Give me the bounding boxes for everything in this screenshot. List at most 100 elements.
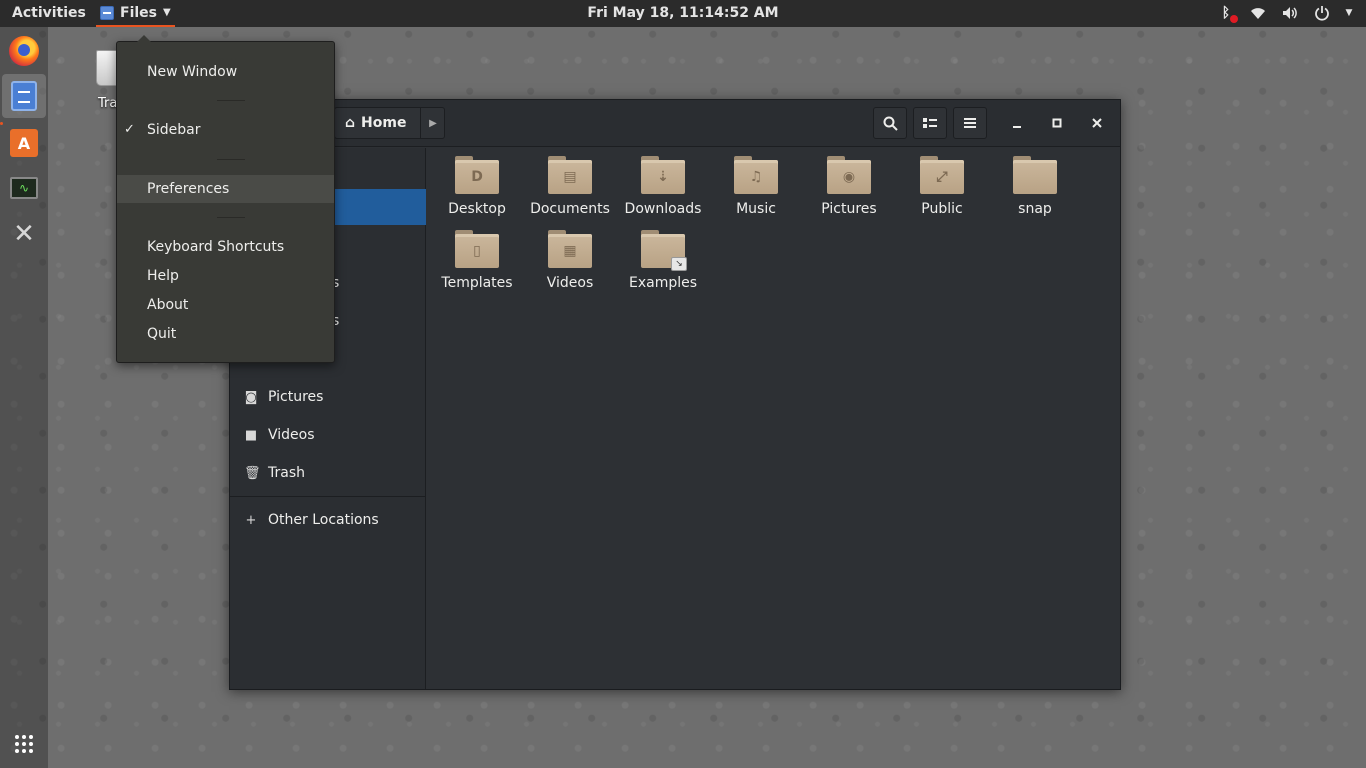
menu-separator	[217, 100, 245, 101]
system-tray[interactable]: ᛒ ▼	[1216, 3, 1354, 23]
menu-item-label: Preferences	[147, 181, 230, 197]
menu-item-new-window[interactable]: New Window	[117, 58, 334, 86]
volume-icon[interactable]	[1280, 3, 1300, 23]
file-name: Videos	[546, 275, 594, 291]
app-menu-button[interactable]: Files ▼	[96, 0, 175, 27]
caret-down-icon: ▼	[163, 7, 171, 18]
search-button[interactable]	[873, 107, 907, 139]
minimize-button[interactable]	[1005, 111, 1029, 135]
menu-item-label: New Window	[147, 64, 238, 80]
chevron-right-icon: ▶	[429, 117, 437, 129]
bluetooth-icon[interactable]: ᛒ	[1216, 3, 1238, 23]
show-apps-icon	[15, 735, 33, 753]
menu-item-label: Quit	[147, 326, 177, 342]
sidebar-separator	[230, 496, 426, 497]
folder-icon: ♫	[734, 156, 778, 194]
sidebar-item-label: Pictures	[268, 389, 324, 405]
folder-icon: ⤢	[920, 156, 964, 194]
video-icon: ■	[244, 427, 258, 443]
menu-item-keyboard-shortcuts[interactable]: Keyboard Shortcuts	[117, 233, 334, 261]
folder-downloads[interactable]: ⇣ Downloads	[617, 156, 709, 217]
trash-icon: 🗑	[244, 465, 261, 481]
maximize-button[interactable]	[1045, 111, 1069, 135]
view-toggle-button[interactable]	[913, 107, 947, 139]
top-bar: Activities Files ▼ Fri May 18, 11:14:52 …	[0, 0, 1366, 27]
menu-item-label: Keyboard Shortcuts	[147, 239, 285, 255]
file-name: Pictures	[821, 201, 877, 217]
path-bar: ⌂ Home ▶	[334, 107, 446, 139]
firefox-icon	[9, 36, 39, 66]
menu-button[interactable]	[953, 107, 987, 139]
dock-files[interactable]	[2, 74, 46, 118]
folder-music[interactable]: ♫ Music	[710, 156, 802, 217]
folder-examples[interactable]: ↘ Examples	[617, 230, 709, 291]
folder-snap[interactable]: snap	[989, 156, 1081, 217]
menu-separator	[217, 217, 245, 218]
chevron-down-icon[interactable]: ▼	[1344, 3, 1354, 23]
file-name: Templates	[441, 275, 513, 291]
files-icon	[11, 81, 37, 111]
system-monitor-icon: ∿	[10, 177, 38, 199]
power-icon[interactable]	[1312, 3, 1332, 23]
dock: A ∿ ✕	[0, 27, 48, 768]
sidebar-item-pictures[interactable]: ◙ Pictures	[230, 379, 426, 415]
maximize-icon	[1052, 118, 1062, 128]
sidebar-item-label: Videos	[268, 427, 315, 443]
folder-documents[interactable]: ▤ Documents	[524, 156, 616, 217]
header-bar: ⌂ Home ▶	[230, 100, 1120, 147]
sidebar-item-videos[interactable]: ■ Videos	[230, 417, 426, 453]
folder-icon: ⇣	[641, 156, 685, 194]
sidebar-item-other-locations[interactable]: + Other Locations	[230, 502, 426, 538]
folder-icon: ▦	[548, 230, 592, 268]
software-icon: A	[10, 129, 38, 157]
plus-icon: +	[245, 512, 257, 528]
symlink-arrow-icon: ↘	[671, 257, 687, 271]
dock-software[interactable]: A	[2, 121, 46, 165]
file-name: Music	[736, 201, 776, 217]
menu-item-help[interactable]: Help	[117, 262, 334, 290]
menu-item-label: Sidebar	[147, 122, 201, 138]
folder-videos[interactable]: ▦ Videos	[524, 230, 616, 291]
app-menu-popover: New Window ✓ Sidebar Preferences Keyboar…	[116, 35, 335, 363]
home-icon: ⌂	[345, 115, 356, 131]
folder-icon: ▤	[548, 156, 592, 194]
file-name: Desktop	[448, 201, 506, 217]
menu-item-sidebar[interactable]: ✓ Sidebar	[117, 116, 334, 144]
sidebar-item-trash[interactable]: 🗑 Trash	[230, 455, 426, 491]
folder-desktop[interactable]: D Desktop	[431, 156, 523, 217]
path-home-button[interactable]: ⌂ Home	[334, 107, 422, 139]
dock-tools[interactable]: ✕	[2, 212, 46, 256]
menu-item-label: About	[147, 297, 189, 313]
folder-icon: D	[455, 156, 499, 194]
file-name: Downloads	[624, 201, 702, 217]
menu-item-about[interactable]: About	[117, 291, 334, 319]
sidebar-item-label: Trash	[268, 465, 305, 481]
activities-button[interactable]: Activities	[12, 5, 86, 21]
menu-item-label: Help	[147, 268, 179, 284]
dock-firefox[interactable]	[2, 29, 46, 73]
folder-templates[interactable]: ▯ Templates	[431, 230, 523, 291]
folder-icon	[1013, 156, 1057, 194]
file-view[interactable]: D Desktop ▤ Documents ⇣ Downloads ♫ Musi…	[427, 148, 1120, 689]
wifi-icon[interactable]	[1248, 3, 1268, 23]
dock-system-monitor[interactable]: ∿	[2, 166, 46, 210]
path-home-label: Home	[361, 115, 407, 131]
path-forward-button[interactable]: ▶	[421, 107, 446, 139]
search-icon	[883, 116, 898, 131]
app-menu-label: Files	[120, 4, 157, 21]
clock[interactable]: Fri May 18, 11:14:52 AM	[587, 5, 778, 21]
folder-pictures[interactable]: ◉ Pictures	[803, 156, 895, 217]
folder-icon: ↘	[641, 230, 687, 271]
file-name: Public	[921, 201, 963, 217]
tools-icon: ✕	[13, 219, 35, 249]
sidebar-item-label: Other Locations	[268, 512, 379, 528]
file-name: Examples	[628, 275, 698, 291]
files-window: ⌂ Home ▶ s s ◙ Pictures ■ Videos 🗑 Trash…	[229, 99, 1121, 690]
close-button[interactable]	[1085, 111, 1109, 135]
folder-public[interactable]: ⤢ Public	[896, 156, 988, 217]
menu-item-preferences[interactable]: Preferences	[117, 175, 334, 203]
folder-icon: ▯	[455, 230, 499, 268]
menu-item-quit[interactable]: Quit	[117, 320, 334, 348]
show-apps-button[interactable]	[2, 722, 46, 766]
folder-icon: ◉	[827, 156, 871, 194]
